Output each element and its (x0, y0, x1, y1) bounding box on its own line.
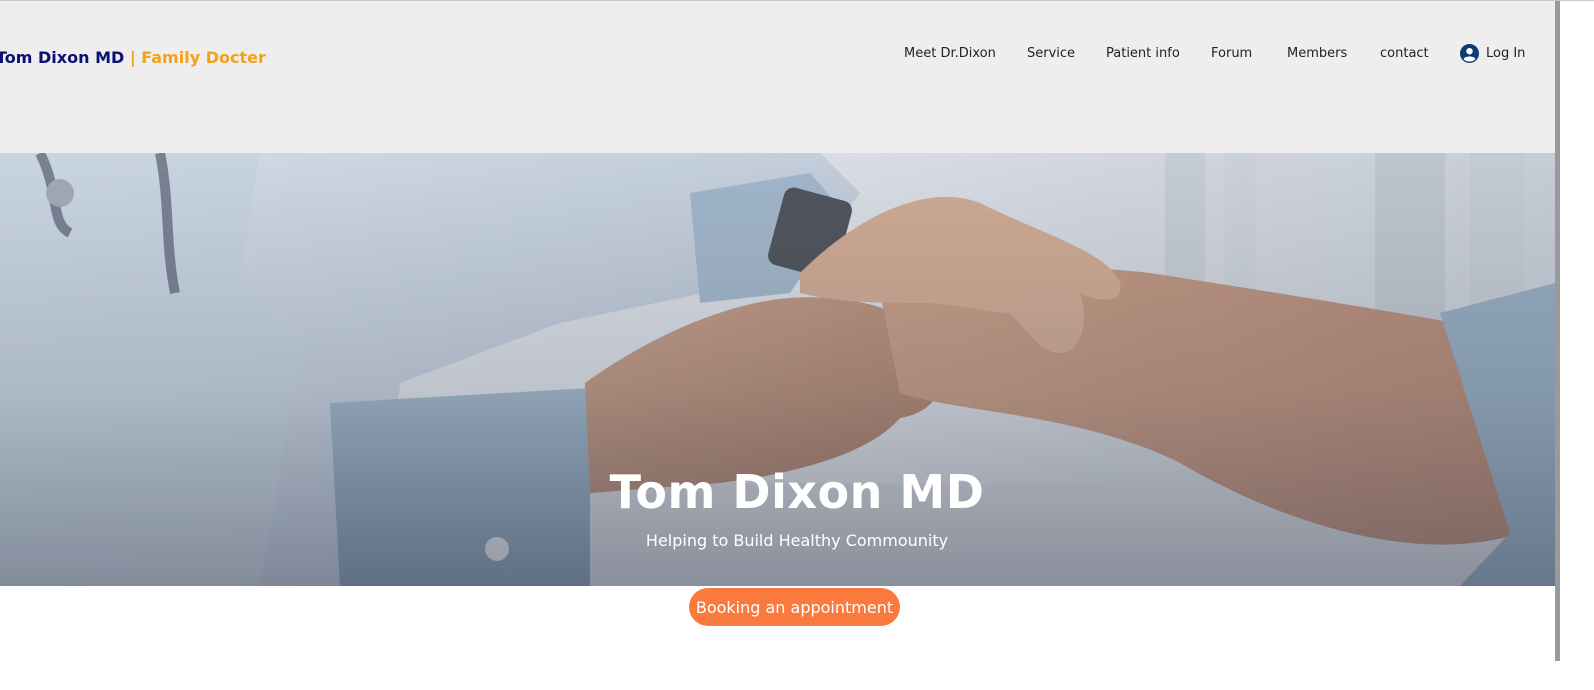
hero-title: Tom Dixon MD (609, 465, 985, 519)
nav-item-patient-info[interactable]: Patient info (1106, 46, 1180, 61)
hero-overlay (0, 153, 1555, 586)
nav-item-meet-dr-dixon[interactable]: Meet Dr.Dixon (904, 46, 996, 61)
hero-subtitle: Helping to Build Healthy Commounity (645, 531, 949, 550)
hero-banner (0, 153, 1555, 586)
nav-item-members[interactable]: Members (1287, 46, 1347, 61)
book-appointment-button[interactable]: Booking an appointment (689, 588, 900, 626)
nav-item-service[interactable]: Service (1027, 46, 1075, 61)
login-button[interactable]: Log In (1460, 44, 1525, 63)
nav-item-forum[interactable]: Forum (1211, 46, 1252, 61)
user-circle-icon (1460, 44, 1479, 63)
site-header: Tom Dixon MD | Family Docter Meet Dr.Dix… (0, 1, 1555, 153)
main-nav: Meet Dr.Dixon Service Patient info Forum… (0, 44, 1555, 66)
page: Tom Dixon MD | Family Docter Meet Dr.Dix… (0, 0, 1594, 690)
scrollbar-thumb[interactable] (1555, 1, 1560, 661)
scrollbar[interactable] (1555, 1, 1594, 690)
nav-item-contact[interactable]: contact (1380, 46, 1429, 61)
login-label: Log In (1486, 46, 1526, 61)
